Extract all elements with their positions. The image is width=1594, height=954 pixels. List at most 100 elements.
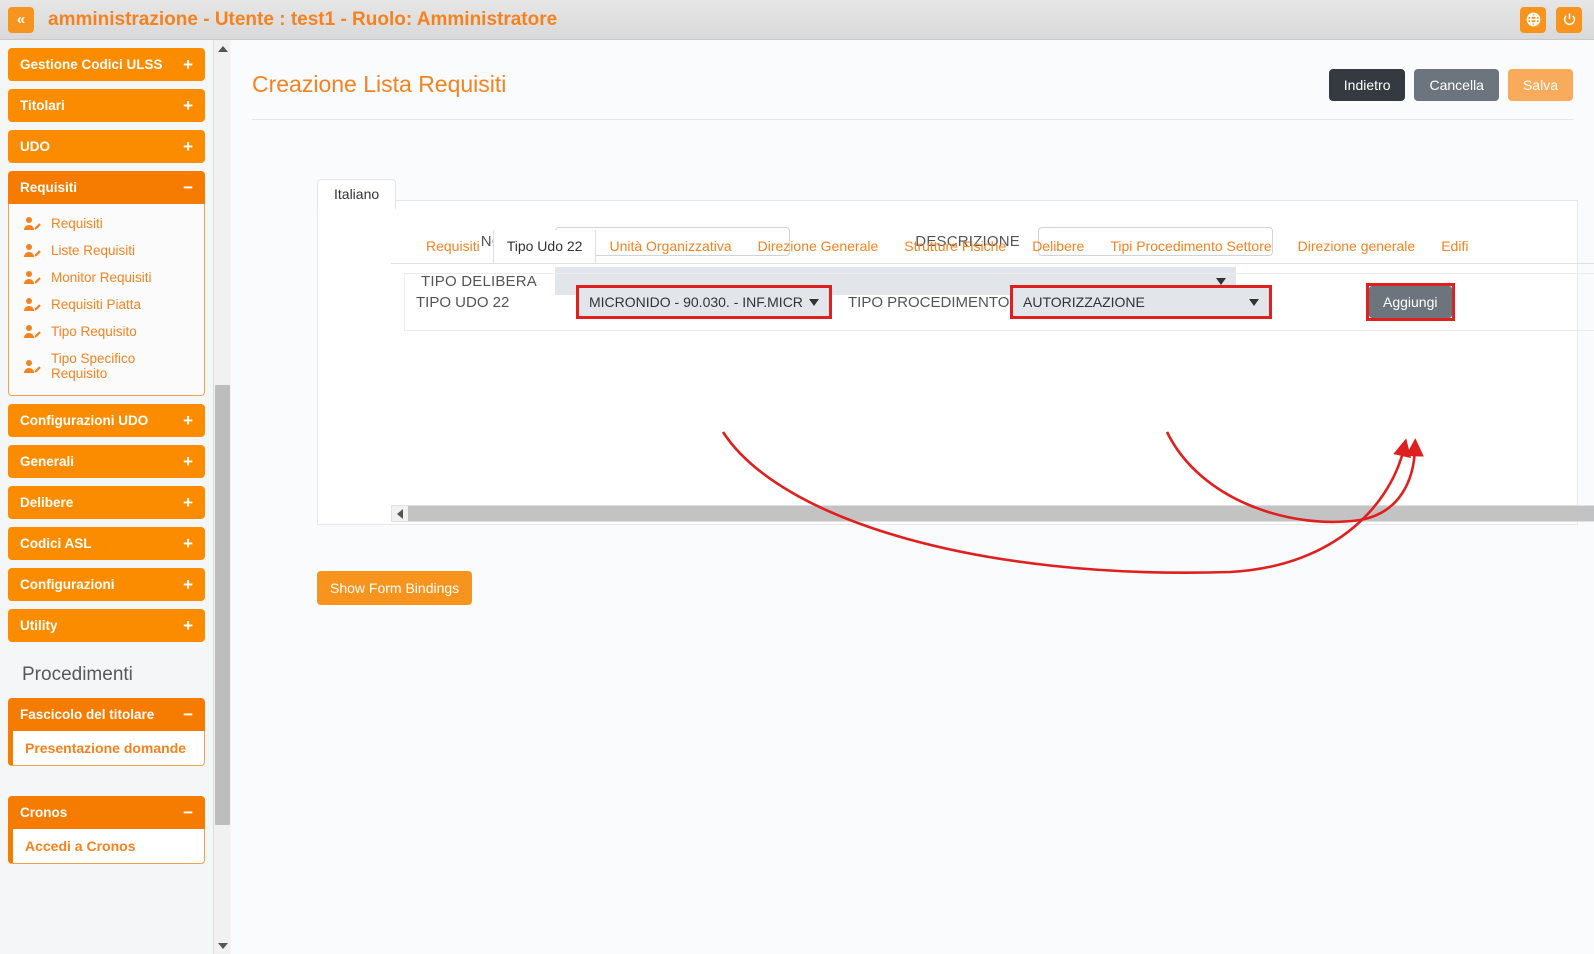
sidebar-scrollbar-thumb[interactable] bbox=[215, 385, 230, 825]
sidebar-panel-fascicolo-body: Presentazione domande bbox=[8, 731, 205, 766]
sidebar-subitem-requisiti[interactable]: Requisiti bbox=[9, 210, 204, 237]
sidebar-group-label: Utility bbox=[20, 618, 58, 633]
sidebar-section-title: Procedimenti bbox=[22, 664, 133, 685]
user-edit-icon bbox=[23, 270, 42, 285]
horizontal-scrollbar-thumb[interactable] bbox=[408, 506, 1594, 521]
aggiungi-button[interactable]: Aggiungi bbox=[1369, 286, 1452, 318]
sidebar-group-label: UDO bbox=[20, 139, 50, 154]
sidebar-item-requisiti[interactable]: Requisiti − bbox=[8, 171, 205, 204]
sidebar-group-label: Fascicolo del titolare bbox=[20, 707, 155, 722]
tab-requisiti[interactable]: Requisiti bbox=[413, 238, 493, 263]
scroll-up-arrow-icon[interactable] bbox=[214, 40, 231, 57]
sidebar-item-generali[interactable]: Generali + bbox=[8, 445, 205, 478]
tipo-udo-22-select[interactable]: MICRONIDO - 90.030. - INF.MICR bbox=[579, 288, 829, 316]
sidebar-group-label: Requisiti bbox=[20, 180, 78, 195]
sidebar-group-label: Gestione Codici ULSS bbox=[20, 57, 163, 72]
sidebar-subitem-label: Requisiti Piatta bbox=[51, 297, 142, 312]
tab-strutture-fisiche[interactable]: Strutture Fisiche bbox=[891, 238, 1019, 263]
sidebar-group-configurazioni-udo: Configurazioni UDO + bbox=[8, 404, 205, 437]
inner-tab-content: TIPO UDO 22 MICRONIDO - 90.030. - INF.MI… bbox=[404, 273, 1594, 331]
sidebar-group-cronos: Cronos − Accedi a Cronos bbox=[8, 796, 205, 864]
scroll-left-arrow-icon[interactable] bbox=[392, 506, 407, 521]
sidebar-item-delibere[interactable]: Delibere + bbox=[8, 486, 205, 519]
user-edit-icon bbox=[23, 243, 42, 258]
back-button[interactable]: Indietro bbox=[1328, 68, 1406, 101]
sidebar-group-fascicolo-del-titolare: Fascicolo del titolare − Presentazione d… bbox=[8, 698, 205, 766]
top-bar: « amministrazione - Utente : test1 - Ruo… bbox=[0, 0, 1594, 40]
sidebar-group-utility: Utility + bbox=[8, 609, 205, 642]
sidebar-link-accedi-a-cronos[interactable]: Accedi a Cronos bbox=[13, 829, 204, 863]
sidebar-link-presentazione-domande[interactable]: Presentazione domande bbox=[13, 731, 204, 765]
sidebar-item-gestione-codici-ulss[interactable]: Gestione Codici ULSS + bbox=[8, 48, 205, 81]
power-icon[interactable] bbox=[1556, 6, 1582, 33]
sidebar-group-codici-asl: Codici ASL + bbox=[8, 527, 205, 560]
show-form-bindings-button[interactable]: Show Form Bindings bbox=[317, 571, 473, 605]
sidebar-subitem-monitor-requisiti[interactable]: Monitor Requisiti bbox=[9, 264, 204, 291]
sidebar-group-label: Configurazioni bbox=[20, 577, 115, 592]
plus-icon: + bbox=[183, 493, 193, 512]
sidebar-group-label: Delibere bbox=[20, 495, 74, 510]
save-button[interactable]: Salva bbox=[1507, 68, 1573, 101]
sidebar-item-udo[interactable]: UDO + bbox=[8, 130, 205, 163]
sidebar: Gestione Codici ULSS + Titolari + UDO + … bbox=[0, 40, 213, 954]
minus-icon: − bbox=[183, 178, 193, 197]
tipo-procedimento-value: AUTORIZZAZIONE bbox=[1023, 294, 1145, 310]
plus-icon: + bbox=[183, 411, 193, 430]
sidebar-subitem-liste-requisiti[interactable]: Liste Requisiti bbox=[9, 237, 204, 264]
sidebar-group-udo: UDO + bbox=[8, 130, 205, 163]
minus-icon: − bbox=[183, 803, 193, 822]
sidebar-item-configurazioni-udo[interactable]: Configurazioni UDO + bbox=[8, 404, 205, 437]
sidebar-subitem-label: Tipo Requisito bbox=[51, 324, 137, 339]
sidebar-collapse-button[interactable]: « bbox=[8, 6, 34, 33]
tipo-procedimento-select[interactable]: AUTORIZZAZIONE bbox=[1013, 288, 1269, 316]
chevron-down-icon bbox=[1249, 298, 1259, 306]
plus-icon: + bbox=[183, 616, 193, 635]
tipo-procedimento-select-highlight: AUTORIZZAZIONE bbox=[1010, 285, 1272, 319]
sidebar-subitem-tipo-requisito[interactable]: Tipo Requisito bbox=[9, 318, 204, 345]
tab-direzione-generale-2[interactable]: Direzione generale bbox=[1285, 238, 1429, 263]
sidebar-subitem-label: Liste Requisiti bbox=[51, 243, 136, 258]
plus-icon: + bbox=[183, 452, 193, 471]
tab-italiano[interactable]: Italiano bbox=[317, 179, 397, 209]
plus-icon: + bbox=[183, 534, 193, 553]
sidebar-group-label: Titolari bbox=[20, 98, 65, 113]
tab-tipo-udo-22[interactable]: Tipo Udo 22 bbox=[492, 230, 597, 263]
scroll-down-arrow-icon[interactable] bbox=[214, 937, 231, 954]
sidebar-group-label: Configurazioni UDO bbox=[20, 413, 149, 428]
sidebar-group-label: Cronos bbox=[20, 805, 68, 820]
sidebar-item-titolari[interactable]: Titolari + bbox=[8, 89, 205, 122]
sidebar-subitem-tipo-specifico-requisito[interactable]: Tipo Specifico Requisito bbox=[9, 345, 204, 387]
sidebar-item-fascicolo-del-titolare[interactable]: Fascicolo del titolare − bbox=[8, 698, 205, 731]
sidebar-group-gestione-codici-ulss: Gestione Codici ULSS + bbox=[8, 48, 205, 81]
horizontal-scrollbar[interactable] bbox=[391, 505, 1594, 522]
tipo-procedimento-label: TIPO PROCEDIMENTO bbox=[848, 293, 1010, 311]
sidebar-panel-cronos-body: Accedi a Cronos bbox=[8, 829, 205, 864]
sidebar-scrollbar[interactable] bbox=[213, 40, 230, 954]
user-edit-icon bbox=[23, 297, 42, 312]
tab-direzione-generale[interactable]: Direzione Generale bbox=[745, 238, 892, 263]
tab-delibere[interactable]: Delibere bbox=[1019, 238, 1097, 263]
sidebar-submenu-requisiti: Requisiti Liste Requisiti Monitor Requis… bbox=[8, 204, 205, 396]
plus-icon: + bbox=[183, 575, 193, 594]
sidebar-subitem-label: Monitor Requisiti bbox=[51, 270, 152, 285]
sidebar-group-label: Generali bbox=[20, 454, 75, 469]
plus-icon: + bbox=[183, 55, 193, 74]
sidebar-subitem-label: Requisiti bbox=[51, 216, 103, 231]
sidebar-item-cronos[interactable]: Cronos − bbox=[8, 796, 205, 829]
sidebar-item-utility[interactable]: Utility + bbox=[8, 609, 205, 642]
sidebar-subitem-requisiti-piatta[interactable]: Requisiti Piatta bbox=[9, 291, 204, 318]
tab-edifici[interactable]: Edifi bbox=[1428, 238, 1481, 263]
sidebar-item-configurazioni[interactable]: Configurazioni + bbox=[8, 568, 205, 601]
tipo-udo-22-select-highlight: MICRONIDO - 90.030. - INF.MICR bbox=[576, 285, 832, 319]
user-edit-icon bbox=[23, 359, 42, 374]
tipo-udo-22-label: TIPO UDO 22 bbox=[416, 293, 510, 311]
page-head: Creazione Lista Requisiti Indietro Cance… bbox=[252, 50, 1573, 120]
sidebar-group-titolari: Titolari + bbox=[8, 89, 205, 122]
sidebar-item-codici-asl[interactable]: Codici ASL + bbox=[8, 527, 205, 560]
cancel-button[interactable]: Cancella bbox=[1414, 68, 1499, 101]
aggiungi-button-highlight: Aggiungi bbox=[1366, 283, 1455, 321]
globe-icon[interactable] bbox=[1520, 6, 1546, 33]
tab-unita-organizzativa[interactable]: Unità Organizzativa bbox=[596, 238, 744, 263]
user-edit-icon bbox=[23, 324, 42, 339]
tab-tipi-procedimento-settore[interactable]: Tipi Procedimento Settore bbox=[1097, 238, 1284, 263]
